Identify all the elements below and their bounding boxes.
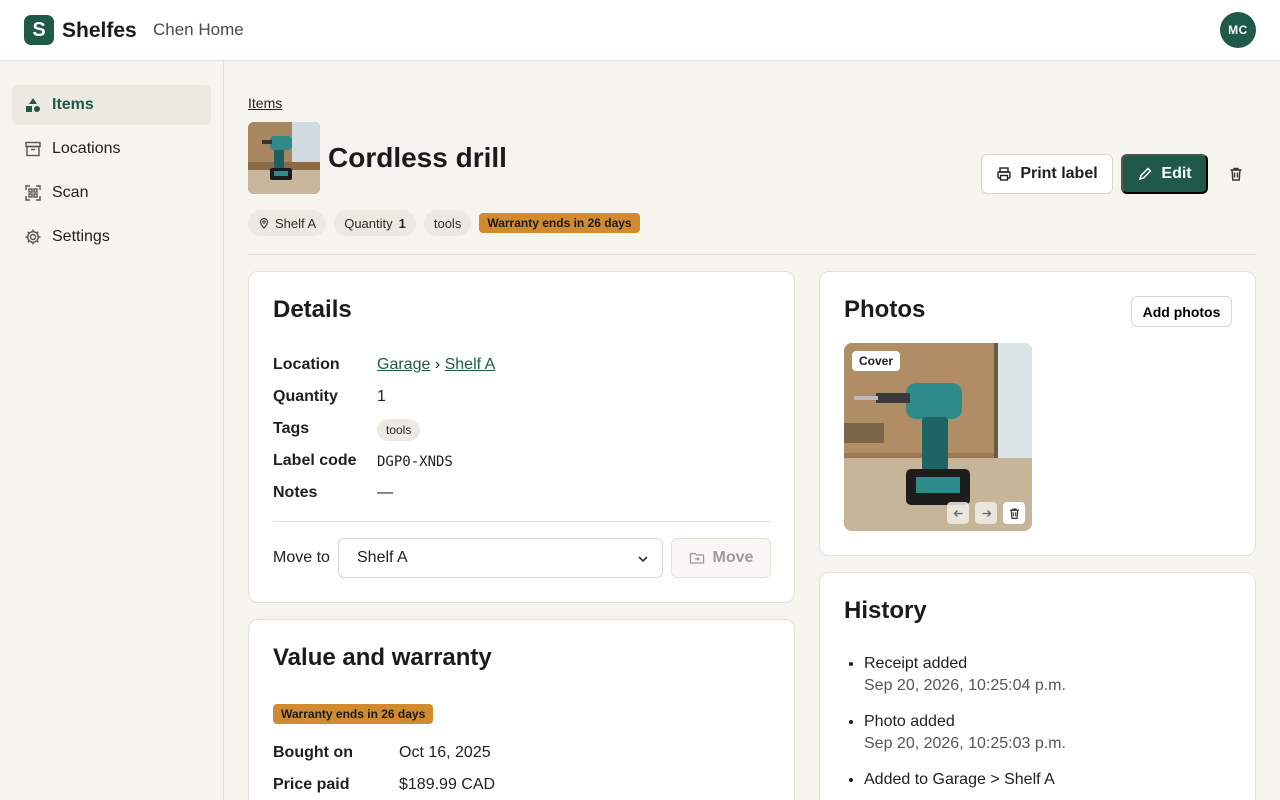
history-event: Receipt added Sep 20, 2026, 10:25:04 p.m…	[864, 655, 1066, 695]
printer-icon	[997, 167, 1012, 181]
edit-button[interactable]: Edit	[1121, 154, 1208, 194]
breadcrumb-items-link[interactable]: Items	[248, 95, 282, 111]
location-child-link[interactable]: Shelf A	[445, 356, 496, 373]
history-event: Added to Garage > Shelf A	[864, 771, 1066, 789]
move-button[interactable]: Move	[671, 538, 771, 578]
value-warranty-heading: Value and warranty	[273, 644, 492, 671]
arrow-left-icon	[953, 509, 962, 517]
quantity-chip-label: Quantity	[344, 215, 393, 231]
item-chips: Shelf A Quantity 1 tools Warranty ends in…	[248, 210, 640, 236]
sidebar-item-items[interactable]: Items	[12, 85, 211, 125]
print-label-text: Print label	[1020, 165, 1098, 182]
price-paid-label: Price paid	[273, 776, 350, 793]
divider	[273, 521, 771, 522]
location-label: Location	[273, 356, 340, 373]
sidebar-item-label: Locations	[52, 140, 121, 157]
household-name: Chen Home	[153, 20, 244, 39]
location-separator: ›	[434, 356, 441, 373]
location-chip[interactable]: Shelf A	[248, 210, 327, 236]
history-event-text: Added to Garage > Shelf A	[864, 771, 1055, 788]
history-heading: History	[844, 597, 927, 624]
divider	[248, 254, 1256, 255]
history-event-time: Sep 20, 2026, 10:25:04 p.m.	[864, 677, 1066, 694]
sidebar-item-scan[interactable]: Scan	[12, 173, 211, 213]
history-event-text: Receipt added	[864, 655, 968, 672]
map-pin-icon	[259, 217, 269, 229]
bought-on-label: Bought on	[273, 744, 353, 761]
history-event-time: Sep 20, 2026, 10:25:03 p.m.	[864, 735, 1066, 752]
label-code-label: Label code	[273, 452, 357, 469]
delete-item-button[interactable]	[1224, 162, 1248, 186]
move-select-value: Shelf A	[357, 549, 408, 566]
value-warranty-card: Value and warranty Warranty ends in 26 d…	[248, 619, 795, 800]
price-paid-value: $189.99 CAD	[399, 776, 496, 793]
trash-icon	[1230, 167, 1242, 181]
top-bar: S Shelfes Chen Home MC	[0, 0, 1280, 61]
tags-value: tools	[377, 419, 421, 441]
arrow-right-icon	[982, 509, 991, 517]
notes-label: Notes	[273, 484, 318, 501]
notes-value: —	[377, 484, 393, 501]
sidebar-item-label: Settings	[52, 228, 110, 245]
move-location-select[interactable]: Shelf A	[338, 538, 663, 578]
tag-pill[interactable]: tools	[377, 419, 421, 441]
bought-on-value: Oct 16, 2025	[399, 744, 491, 761]
trash-icon	[1009, 507, 1019, 519]
delete-photo-button[interactable]	[1003, 502, 1025, 524]
history-event-text: Photo added	[864, 713, 955, 730]
move-button-text: Move	[712, 549, 754, 566]
brand-name[interactable]: Shelfes	[62, 19, 137, 43]
quantity-chip-value: 1	[398, 215, 406, 231]
warranty-badge: Warranty ends in 26 days	[273, 704, 434, 724]
previous-photo-button[interactable]	[947, 502, 969, 524]
cover-photo[interactable]: Cover	[844, 343, 1032, 531]
location-chip-text: Shelf A	[275, 215, 317, 231]
photos-card: Photos Add photos Cover	[819, 271, 1256, 556]
sidebar-item-label: Items	[52, 96, 94, 113]
sidebar-item-label: Scan	[52, 184, 89, 201]
add-photos-button[interactable]: Add photos	[1131, 296, 1232, 327]
edit-text: Edit	[1161, 165, 1192, 182]
qr-scan-icon	[24, 184, 42, 202]
avatar[interactable]: MC	[1220, 12, 1256, 48]
history-event: Photo added Sep 20, 2026, 10:25:03 p.m.	[864, 713, 1066, 753]
sidebar-item-settings[interactable]: Settings	[12, 217, 211, 257]
details-card: Details Location Garage › Shelf A Quanti…	[248, 271, 795, 603]
tags-label: Tags	[273, 420, 310, 437]
sidebar-item-locations[interactable]: Locations	[12, 129, 211, 169]
location-parent-link[interactable]: Garage	[377, 356, 430, 373]
history-card: History Receipt added Sep 20, 2026, 10:2…	[819, 572, 1256, 800]
warranty-badge: Warranty ends in 26 days	[479, 213, 640, 233]
item-thumbnail[interactable]	[248, 122, 320, 194]
page-title: Cordless drill	[328, 142, 507, 173]
tag-chip[interactable]: tools	[423, 210, 472, 236]
photos-heading: Photos	[844, 296, 926, 323]
archive-box-icon	[24, 140, 42, 158]
location-value: Garage › Shelf A	[377, 356, 495, 374]
quantity-chip: Quantity 1	[334, 210, 416, 236]
label-code-value: DGP0-XNDS	[377, 454, 453, 470]
next-photo-button[interactable]	[975, 502, 997, 524]
chevron-down-icon	[638, 556, 648, 563]
folder-move-icon	[689, 552, 704, 564]
cover-badge: Cover	[852, 351, 901, 371]
print-label-button[interactable]: Print label	[981, 154, 1113, 194]
gear-icon	[24, 228, 42, 246]
details-heading: Details	[273, 296, 352, 323]
logo-icon[interactable]: S	[24, 15, 54, 45]
pencil-icon	[1139, 167, 1152, 181]
history-list: Receipt added Sep 20, 2026, 10:25:04 p.m…	[864, 655, 1066, 800]
sidebar: Items Locations Scan Settings	[0, 61, 224, 800]
quantity-value: 1	[377, 388, 386, 405]
move-to-label: Move to	[273, 549, 330, 566]
shapes-icon	[24, 96, 42, 114]
quantity-label: Quantity	[273, 388, 338, 405]
